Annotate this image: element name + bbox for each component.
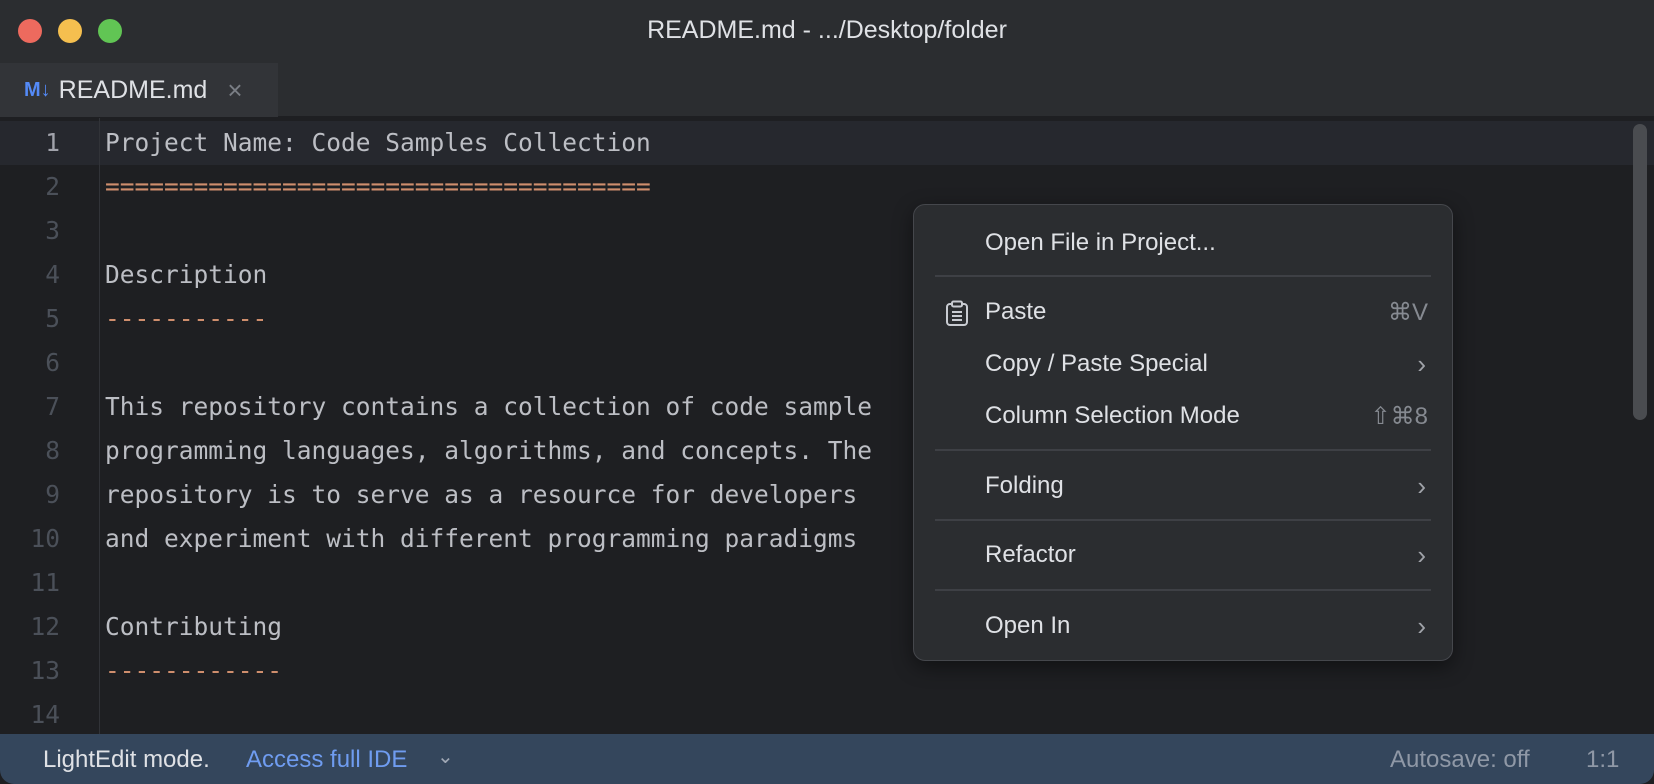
line-number: 5: [45, 304, 60, 333]
access-full-ide-link[interactable]: Access full IDE: [246, 746, 407, 774]
editor-line[interactable]: 1 Project Name: Code Samples Collection: [0, 121, 1654, 165]
shortcut-label: ⌘V: [1387, 298, 1428, 326]
menu-item-column-selection-mode[interactable]: Column Selection Mode ⇧⌘8: [914, 394, 1452, 438]
status-bar: LightEdit mode. Access full IDE ⌄ Autosa…: [0, 734, 1654, 784]
lightedit-mode-label: LightEdit mode.: [43, 746, 210, 773]
line-text: programming languages, algorithms, and c…: [105, 436, 873, 465]
editor-line[interactable]: 2 =====================================: [0, 165, 1654, 209]
editor-line[interactable]: 14: [0, 693, 1654, 737]
line-number: 3: [45, 216, 60, 245]
menu-separator: [935, 589, 1431, 591]
line-number: 7: [45, 392, 60, 421]
line-text: Description: [105, 260, 268, 289]
menu-item-open-file-in-project[interactable]: Open File in Project...: [914, 221, 1452, 265]
line-number: 6: [45, 348, 60, 377]
line-number: 12: [30, 612, 60, 641]
line-text: Contributing: [105, 612, 283, 641]
window-title: README.md - .../Desktop/folder: [647, 16, 1007, 44]
line-text: This repository contains a collection of…: [105, 392, 873, 421]
line-text: and experiment with different programmin…: [105, 524, 858, 553]
menu-separator: [935, 449, 1431, 451]
close-icon[interactable]: ×: [227, 75, 242, 106]
vertical-scrollbar[interactable]: [1633, 124, 1647, 420]
menu-item-label: Paste: [985, 298, 1047, 325]
title-bar: README.md - .../Desktop/folder: [0, 0, 1654, 63]
line-text: ------------: [105, 656, 283, 685]
menu-item-copy-paste-special[interactable]: Copy / Paste Special ›: [914, 342, 1452, 386]
menu-item-label: Open File in Project...: [985, 229, 1216, 256]
line-number: 11: [30, 568, 60, 597]
menu-item-folding[interactable]: Folding ›: [914, 464, 1452, 508]
menu-item-label: Folding: [985, 472, 1064, 499]
menu-item-refactor[interactable]: Refactor ›: [914, 533, 1452, 577]
line-number: 9: [45, 480, 60, 509]
cursor-position[interactable]: 1:1: [1586, 746, 1619, 774]
menu-item-label: Copy / Paste Special: [985, 350, 1208, 377]
line-text: -----------: [105, 304, 268, 333]
chevron-right-icon: ›: [1417, 348, 1426, 379]
shortcut-label: ⇧⌘8: [1370, 402, 1428, 430]
menu-item-label: Column Selection Mode: [985, 402, 1240, 429]
menu-item-open-in[interactable]: Open In ›: [914, 604, 1452, 648]
tab-label: README.md: [58, 75, 208, 104]
context-menu: Open File in Project... Paste ⌘V Copy / …: [913, 204, 1453, 661]
line-number: 8: [45, 436, 60, 465]
chevron-right-icon: ›: [1417, 610, 1426, 641]
autosave-status[interactable]: Autosave: off: [1390, 746, 1530, 774]
tab-readme[interactable]: M↓ README.md ×: [0, 63, 278, 117]
line-number: 14: [30, 700, 60, 729]
markdown-icon: M↓: [24, 78, 51, 101]
clipboard-icon: [945, 300, 969, 333]
line-text: Project Name: Code Samples Collection: [105, 128, 651, 157]
menu-separator: [935, 275, 1431, 277]
line-text: =====================================: [105, 172, 651, 201]
menu-item-label: Refactor: [985, 541, 1076, 568]
menu-separator: [935, 519, 1431, 521]
tab-bar: M↓ README.md ×: [0, 63, 1654, 117]
line-number: 2: [45, 172, 60, 201]
menu-item-paste[interactable]: Paste ⌘V: [914, 290, 1452, 334]
line-text: repository is to serve as a resource for…: [105, 480, 858, 509]
line-number: 1: [45, 128, 60, 157]
line-number: 10: [30, 524, 60, 553]
line-number: 4: [45, 260, 60, 289]
menu-item-label: Open In: [985, 612, 1071, 639]
line-number: 13: [30, 656, 60, 685]
chevron-right-icon: ›: [1417, 539, 1426, 570]
chevron-right-icon: ›: [1417, 470, 1426, 501]
chevron-down-icon[interactable]: ⌄: [437, 744, 454, 769]
